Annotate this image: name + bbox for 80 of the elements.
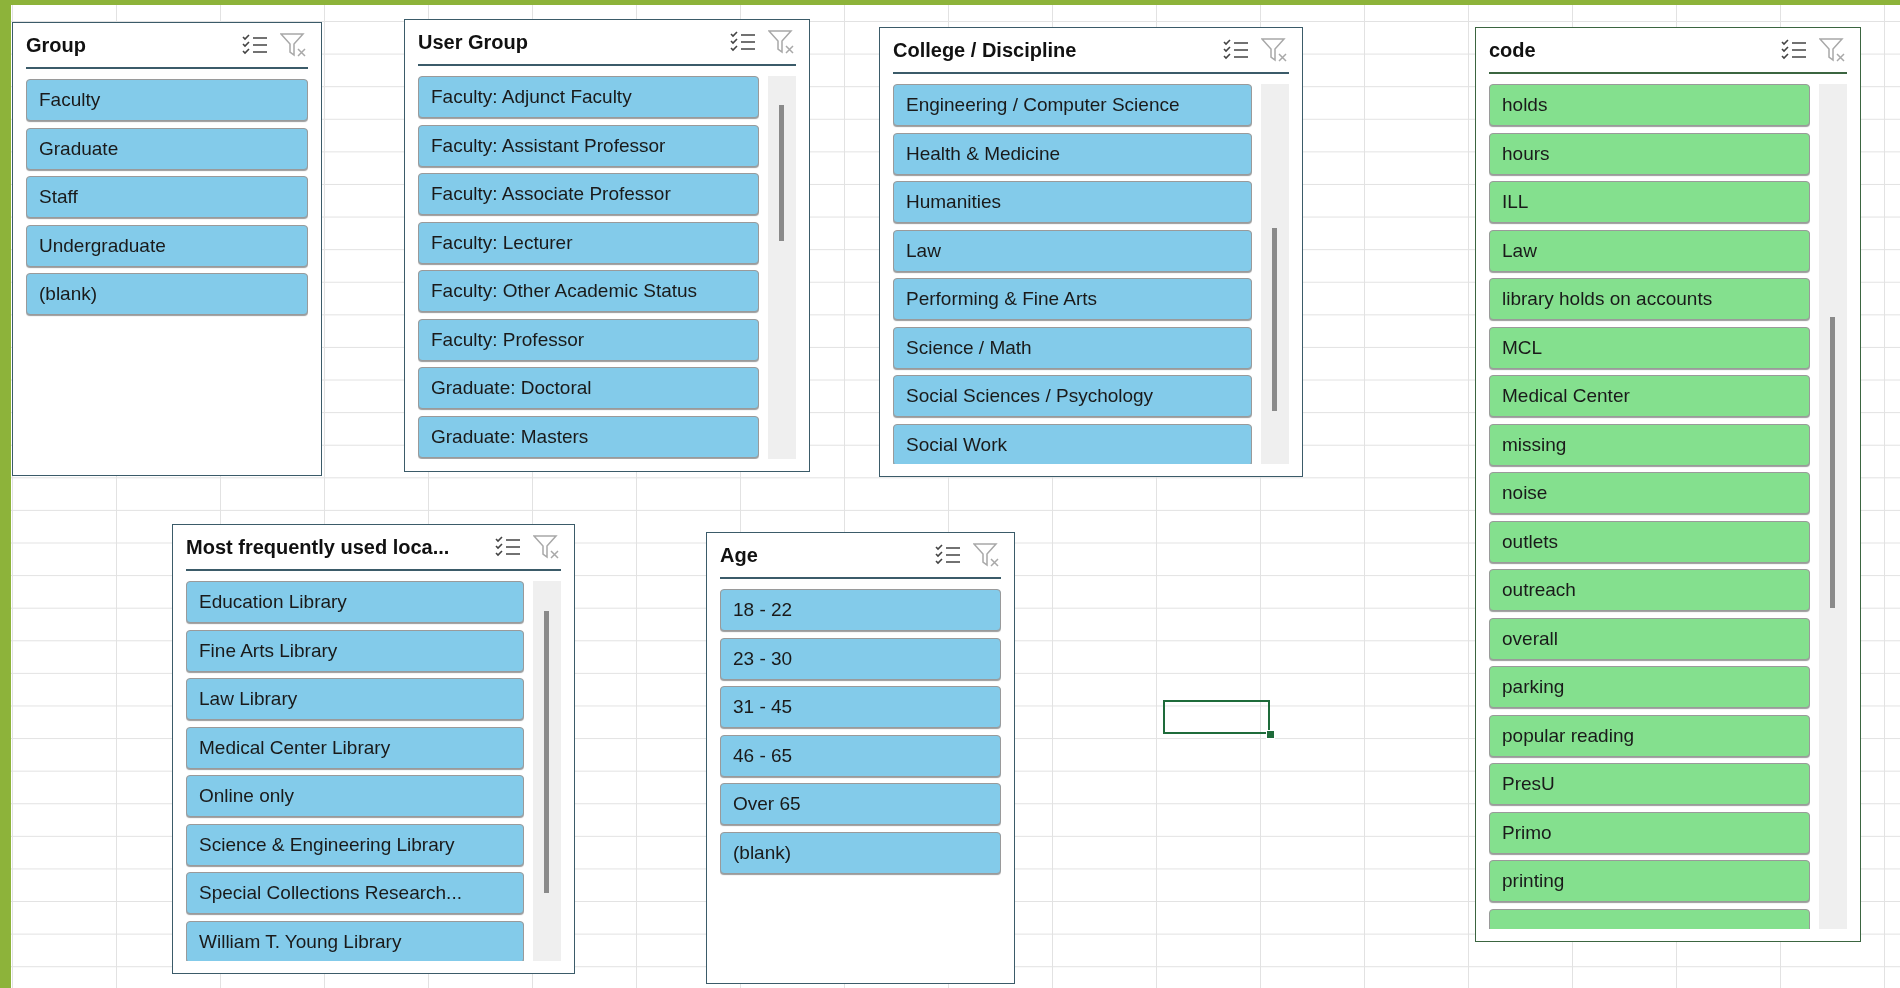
slicer-item[interactable]: Special Collections Research...	[186, 872, 524, 914]
scrollbar-track[interactable]	[1261, 84, 1289, 464]
slicer-item[interactable]: PresU	[1489, 763, 1810, 805]
clear-filter-icon[interactable]	[973, 542, 1001, 568]
multi-select-icon[interactable]	[730, 31, 756, 53]
slicer-title: Age	[720, 543, 759, 567]
slicer-item[interactable]: Faculty	[26, 79, 308, 121]
slicer-item[interactable]: William T. Young Library	[186, 920, 524, 961]
clear-filter-icon[interactable]	[1819, 37, 1847, 63]
slicer-item[interactable]: Science / Math	[893, 326, 1252, 369]
slicer-item[interactable]: Social Work	[893, 423, 1252, 464]
slicer-title: Most frequently used loca...	[186, 535, 451, 559]
slicer-item[interactable]: holds	[1489, 84, 1810, 126]
scrollbar-thumb[interactable]	[1272, 228, 1277, 411]
slicer-item[interactable]: Graduate: Masters	[418, 415, 759, 458]
slicer-item[interactable]: Graduate	[26, 127, 308, 170]
slicer-item[interactable]: printing	[1489, 860, 1810, 902]
slicer-title: College / Discipline	[893, 38, 1078, 62]
scrollbar-thumb[interactable]	[544, 611, 549, 893]
multi-select-icon[interactable]	[1223, 39, 1249, 61]
multi-select-icon[interactable]	[495, 536, 521, 558]
slicer-item[interactable]: Law Library	[186, 678, 524, 720]
slicer-item[interactable]: ILL	[1489, 181, 1810, 223]
clear-filter-icon[interactable]	[533, 534, 561, 560]
fill-handle[interactable]	[1266, 730, 1275, 739]
multi-select-icon[interactable]	[1781, 39, 1807, 61]
clear-filter-icon[interactable]	[1261, 37, 1289, 63]
slicer-item[interactable]: 46 - 65	[720, 734, 1001, 777]
slicer-item[interactable]: Law	[1489, 229, 1810, 272]
slicer-item[interactable]: Fine Arts Library	[186, 629, 524, 672]
scrollbar-track[interactable]	[533, 581, 561, 961]
slicer-item[interactable]: outlets	[1489, 520, 1810, 563]
slicer-item[interactable]: Medical Center Library	[186, 726, 524, 769]
multi-select-icon[interactable]	[935, 544, 961, 566]
slicer-item[interactable]: popular reading	[1489, 714, 1810, 757]
slicer-item[interactable]: 23 - 30	[720, 637, 1001, 680]
slicer-item[interactable]: Social Sciences / Psychology	[893, 375, 1252, 417]
slicer-item[interactable]: Humanities	[893, 181, 1252, 223]
slicer-item[interactable]: hours	[1489, 132, 1810, 175]
slicer-item[interactable]: overall	[1489, 617, 1810, 660]
slicer-item[interactable]: Faculty: Lecturer	[418, 221, 759, 264]
slicer-item[interactable]: Engineering / Computer Science	[893, 84, 1252, 126]
slicer-item[interactable]: Faculty: Adjunct Faculty	[418, 76, 759, 118]
slicer-item[interactable]: 31 - 45	[720, 686, 1001, 728]
slicer-item[interactable]: Graduate: Doctoral	[418, 367, 759, 409]
scrollbar-thumb[interactable]	[1830, 317, 1835, 608]
slicer-item[interactable]: Health & Medicine	[893, 132, 1252, 175]
clear-filter-icon[interactable]	[280, 32, 308, 58]
slicer-title: Group	[26, 33, 87, 57]
slicer-item[interactable]: noise	[1489, 472, 1810, 514]
slicer-item[interactable]: Undergraduate	[26, 224, 308, 267]
scrollbar-track[interactable]	[768, 76, 796, 459]
slicer-item[interactable]: Science & Engineering Library	[186, 823, 524, 866]
slicer-item[interactable]: Over 65	[720, 783, 1001, 825]
slicer-item[interactable]: Faculty: Professor	[418, 318, 759, 361]
selected-cell[interactable]	[1163, 700, 1270, 734]
slicer-item[interactable]: 18 - 22	[720, 589, 1001, 631]
slicer-item[interactable]: (blank)	[26, 273, 308, 315]
slicer-item[interactable]: Education Library	[186, 581, 524, 623]
slicer-title: User Group	[418, 30, 530, 54]
slicer-item[interactable]: MCL	[1489, 326, 1810, 369]
slicer-item[interactable]: Faculty: Assistant Professor	[418, 124, 759, 167]
slicer-item[interactable]: library holds on accounts	[1489, 278, 1810, 320]
scrollbar-track[interactable]	[1819, 84, 1847, 929]
slicer-item[interactable]: Medical Center	[1489, 375, 1810, 417]
slicer-item[interactable]: parking	[1489, 666, 1810, 708]
slicer-item[interactable]: Online only	[186, 775, 524, 817]
slicer-title: code	[1489, 38, 1537, 62]
slicer-item[interactable]: Faculty: Other Academic Status	[418, 270, 759, 312]
slicer-item[interactable]: Performing & Fine Arts	[893, 278, 1252, 320]
slicer-item[interactable]: Staff	[26, 176, 308, 218]
slicer-item[interactable]: Faculty: Associate Professor	[418, 173, 759, 215]
slicer-item[interactable]: Law	[893, 229, 1252, 272]
scrollbar-thumb[interactable]	[779, 104, 784, 241]
slicer-item[interactable]: Primo	[1489, 811, 1810, 854]
slicer-item[interactable]: outreach	[1489, 569, 1810, 611]
clear-filter-icon[interactable]	[768, 29, 796, 55]
slicer-item[interactable]: (blank)	[720, 831, 1001, 874]
multi-select-icon[interactable]	[242, 34, 268, 56]
slicer-item[interactable]: missing	[1489, 423, 1810, 466]
